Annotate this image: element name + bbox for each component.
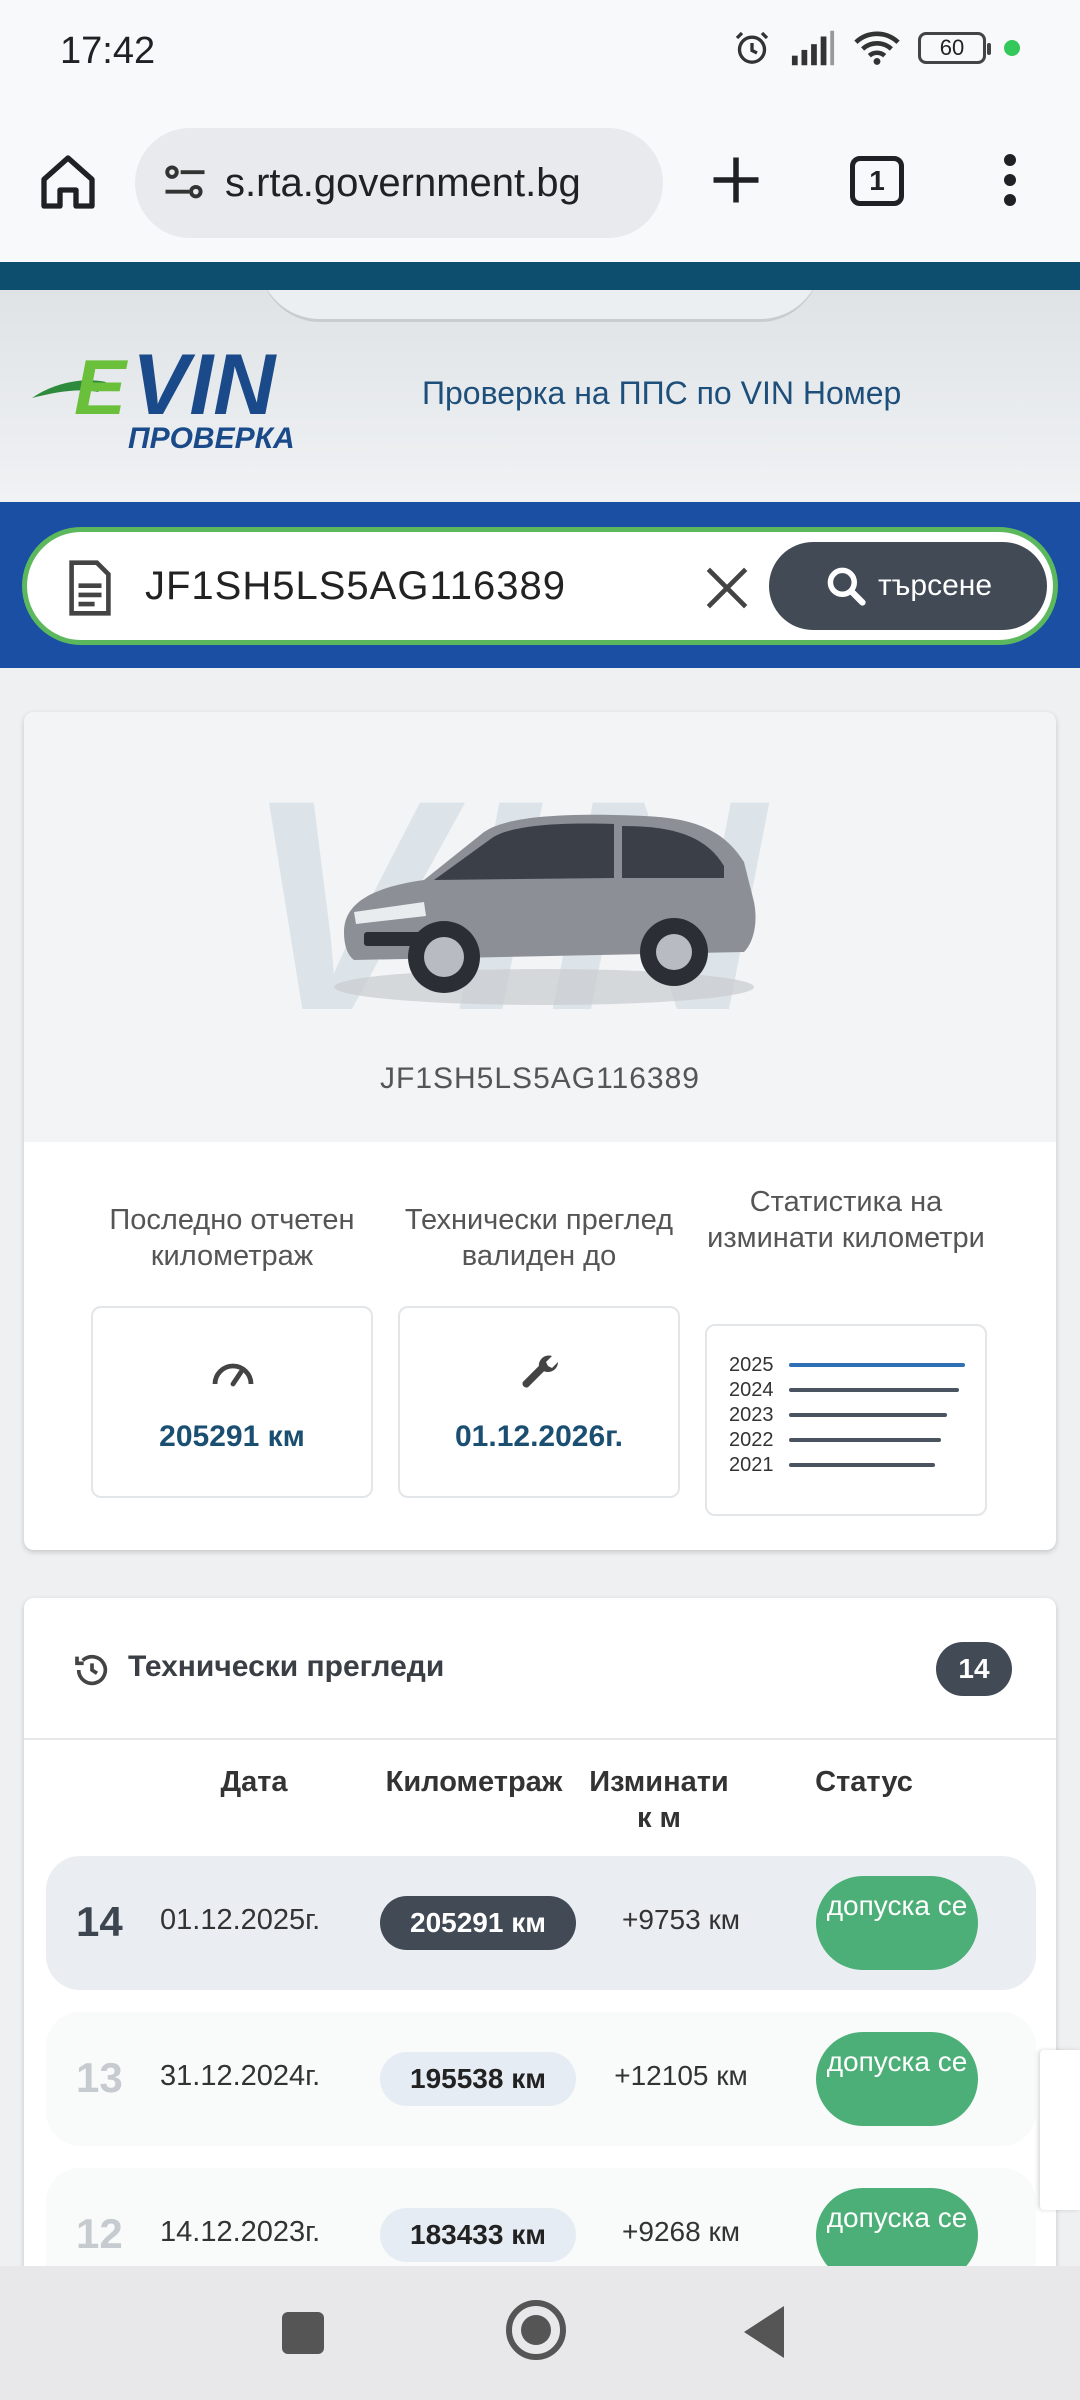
- inspection-stat: Технически преглед валиден до 01.12.2026…: [398, 1202, 680, 1498]
- more-menu-icon[interactable]: [990, 150, 1030, 210]
- row-mileage: 205291 км: [380, 1896, 576, 1950]
- vin-search-form: JF1SH5LS5AG116389 търсене: [22, 527, 1058, 645]
- column-header-distance: Изминати к м: [589, 1766, 729, 1834]
- row-date: 14.12.2023г.: [160, 2216, 321, 2248]
- new-tab-icon[interactable]: [706, 150, 766, 210]
- document-icon: [69, 560, 111, 616]
- vehicle-vin: JF1SH5LS5AG116389: [380, 1062, 700, 1095]
- vehicle-hero: VIN JF1SH5LS5AG116389: [24, 712, 1056, 1142]
- privacy-indicator-dot: [1004, 40, 1020, 56]
- row-date: 31.12.2024г.: [160, 2060, 321, 2092]
- site-tagline: Проверка на ППС по VIN Номер: [422, 375, 902, 411]
- tabs-icon[interactable]: 1: [850, 156, 904, 206]
- site-top-stripe: [0, 262, 1080, 290]
- status-bar: 17:42 60: [0, 0, 1080, 100]
- svg-text:VIN: VIN: [132, 337, 277, 433]
- vin-search-input[interactable]: JF1SH5LS5AG116389: [145, 564, 566, 609]
- row-distance: +9268 км: [622, 2216, 740, 2247]
- browser-toolbar: s.rta.government.bg 1: [0, 100, 1080, 262]
- recents-button[interactable]: [282, 2312, 324, 2354]
- row-date: 01.12.2025г.: [160, 1904, 321, 1936]
- row-distance: +9753 км: [622, 1904, 740, 1935]
- home-button[interactable]: [506, 2300, 566, 2360]
- header-decoration: [260, 290, 820, 322]
- year-row: 2023: [729, 1404, 947, 1426]
- mileage-statistics: Статистика на изминати километри 2025 20…: [705, 1184, 987, 1516]
- inspection-title: Технически преглед валиден до: [404, 1204, 674, 1272]
- column-header-mileage: Километраж: [385, 1766, 563, 1798]
- year-row: 2024: [729, 1379, 959, 1401]
- alarm-icon: [735, 31, 769, 64]
- search-icon: [827, 567, 866, 606]
- wifi-icon: [854, 31, 900, 65]
- mileage-title: Последно отчетен километраж: [109, 1204, 355, 1272]
- mileage-stat: Последно отчетен километраж 205291 км: [91, 1202, 373, 1498]
- vehicle-card: VIN JF1SH5LS5AG116389 Последно отчетен к…: [24, 712, 1056, 1550]
- row-distance: +12105 км: [614, 2060, 748, 2091]
- year-bar: [789, 1363, 965, 1367]
- mileage-statistics-chart[interactable]: 2025 2024 2023 2022 2021: [705, 1324, 987, 1516]
- year-bar: [789, 1438, 941, 1442]
- address-bar[interactable]: s.rta.government.bg: [135, 128, 663, 238]
- year-bar: [789, 1413, 947, 1417]
- svg-text:E: E: [74, 343, 128, 431]
- site-settings-icon[interactable]: [159, 157, 211, 209]
- year-row: 2021: [729, 1454, 935, 1476]
- mileage-box: 205291 км: [91, 1306, 373, 1498]
- inspection-valid-until: 01.12.2026г.: [455, 1420, 623, 1453]
- row-status-badge: допуска се: [816, 1876, 978, 1970]
- battery-icon: 60: [918, 32, 991, 64]
- inspections-header: Технически прегледи 14: [24, 1598, 1056, 1740]
- search-button-label: търсене: [877, 569, 993, 602]
- back-button[interactable]: [744, 2306, 784, 2358]
- year-label: 2022: [729, 1428, 774, 1451]
- year-label: 2025: [729, 1353, 774, 1376]
- year-bar: [789, 1463, 935, 1467]
- row-status-badge: допуска се: [816, 2032, 978, 2126]
- inspection-row[interactable]: 13 31.12.2024г. 195538 км +12105 км допу…: [46, 2012, 1036, 2146]
- column-header-status: Статус: [815, 1766, 913, 1798]
- status-icons: 60: [732, 28, 1020, 68]
- clock: 17:42: [60, 30, 156, 72]
- year-label: 2023: [729, 1403, 774, 1426]
- year-row: 2025: [729, 1354, 965, 1376]
- column-header-date: Дата: [220, 1766, 288, 1798]
- year-label: 2024: [729, 1378, 774, 1401]
- row-mileage: 195538 км: [380, 2052, 576, 2106]
- search-button[interactable]: търсене: [769, 542, 1047, 630]
- search-band: JF1SH5LS5AG116389 търсене: [0, 502, 1080, 668]
- inspections-title: Технически прегледи: [128, 1650, 445, 1683]
- recaptcha-badge[interactable]: [1040, 2050, 1080, 2210]
- year-bar: [789, 1388, 959, 1392]
- site-header: E VIN ПРОВЕРКА Проверка на ППС по VIN Но…: [0, 290, 1080, 502]
- system-nav-bar: [0, 2266, 1080, 2400]
- home-icon[interactable]: [36, 150, 100, 214]
- inspections-card: Технически прегледи 14 Дата Километраж И…: [24, 1598, 1056, 2298]
- wrench-icon: [522, 1355, 559, 1388]
- speedometer-icon: [212, 1363, 254, 1387]
- mileage-value: 205291 км: [159, 1420, 305, 1453]
- evin-logo[interactable]: E VIN ПРОВЕРКА: [28, 330, 388, 460]
- svg-text:ПРОВЕРКА: ПРОВЕРКА: [128, 422, 295, 455]
- inspections-count-badge: 14: [936, 1642, 1012, 1696]
- clear-icon[interactable]: [699, 560, 755, 616]
- year-label: 2021: [729, 1453, 774, 1476]
- signal-icon: [791, 30, 835, 66]
- history-icon: [75, 1654, 108, 1686]
- row-number: 14: [76, 1898, 123, 1945]
- inspection-box: 01.12.2026г.: [398, 1306, 680, 1498]
- row-number: 12: [76, 2210, 123, 2257]
- statistics-title: Статистика на изминати километри: [707, 1186, 985, 1254]
- row-mileage: 183433 км: [380, 2208, 576, 2262]
- row-number: 13: [76, 2054, 123, 2101]
- car-image: [334, 814, 756, 1005]
- year-row: 2022: [729, 1429, 941, 1451]
- url-text: s.rta.government.bg: [225, 160, 581, 205]
- inspection-row[interactable]: 14 01.12.2025г. 205291 км +9753 км допус…: [46, 1856, 1036, 1990]
